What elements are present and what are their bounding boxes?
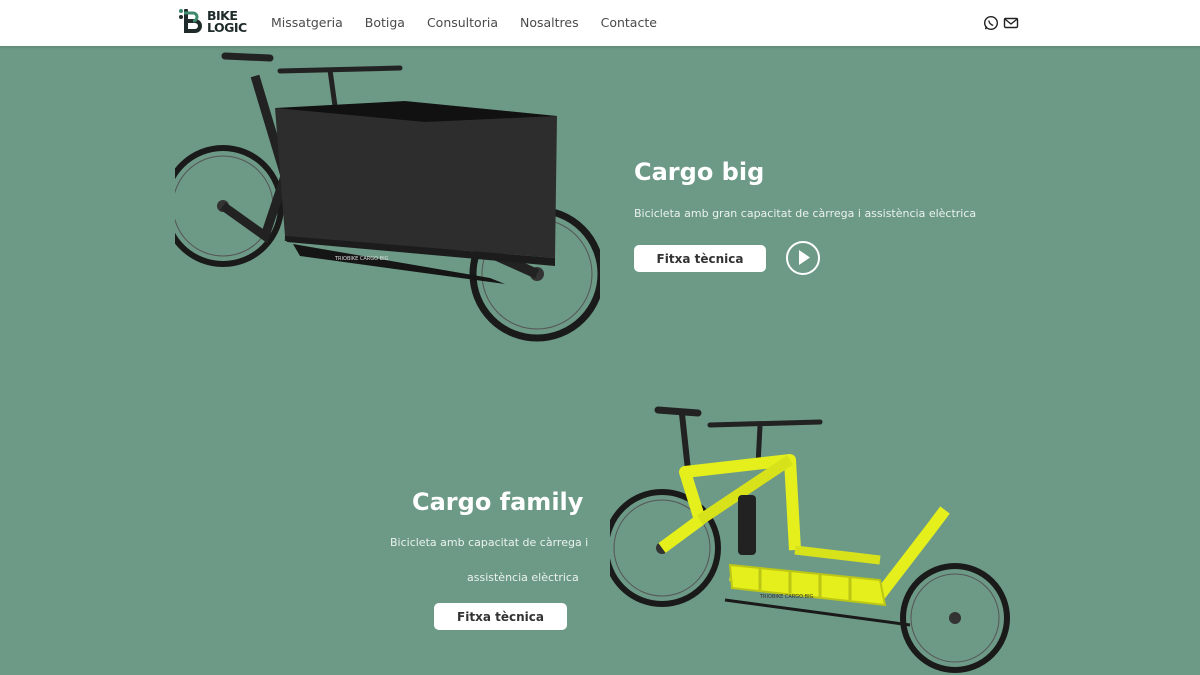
cargo-family-description-line2: assistència elèctrica bbox=[467, 571, 579, 584]
nav-missatgeria[interactable]: Missatgeria bbox=[271, 15, 343, 30]
nav-botiga[interactable]: Botiga bbox=[365, 15, 405, 30]
cargo-big-play-button[interactable] bbox=[786, 241, 820, 275]
mail-icon[interactable] bbox=[1003, 15, 1019, 31]
cargo-family-frame-label: TRIOBIKE CARGO BIG bbox=[759, 594, 814, 600]
logo-text: BIKE LOGIC bbox=[207, 9, 247, 35]
nav-nosaltres[interactable]: Nosaltres bbox=[520, 15, 579, 30]
cargo-big-title: Cargo big bbox=[634, 158, 765, 186]
nav-consultoria[interactable]: Consultoria bbox=[427, 15, 498, 30]
logo-line2: LOGIC bbox=[207, 20, 247, 35]
cargo-family-description-line1: Bicicleta amb capacitat de càrrega i bbox=[390, 536, 589, 549]
header-contact-icons bbox=[983, 15, 1019, 31]
cargo-big-frame-label: TRIOBIKE CARGO BIG bbox=[334, 256, 389, 262]
play-icon bbox=[799, 250, 810, 265]
cargo-family-title: Cargo family bbox=[412, 488, 584, 516]
cargo-family-bike-image: TRIOBIKE CARGO BIG bbox=[610, 406, 1010, 673]
cargo-big-description: Bicicleta amb gran capacitat de càrrega … bbox=[634, 207, 977, 220]
logo-mark-icon bbox=[179, 9, 202, 33]
cargo-family-spec-button[interactable]: Fitxa tècnica bbox=[434, 603, 567, 630]
nav-contacte[interactable]: Contacte bbox=[601, 15, 657, 30]
whatsapp-icon[interactable] bbox=[983, 15, 999, 31]
main-nav: Missatgeria Botiga Consultoria Nosaltres… bbox=[271, 15, 679, 30]
bikelogic-logo[interactable]: BIKE LOGIC bbox=[178, 7, 252, 39]
cargo-big-spec-button[interactable]: Fitxa tècnica bbox=[634, 245, 766, 272]
site-header: BIKE LOGIC Missatgeria Botiga Consultori… bbox=[0, 0, 1200, 46]
cargo-big-bike-image: TRIOBIKE CARGO BIG bbox=[175, 52, 600, 342]
